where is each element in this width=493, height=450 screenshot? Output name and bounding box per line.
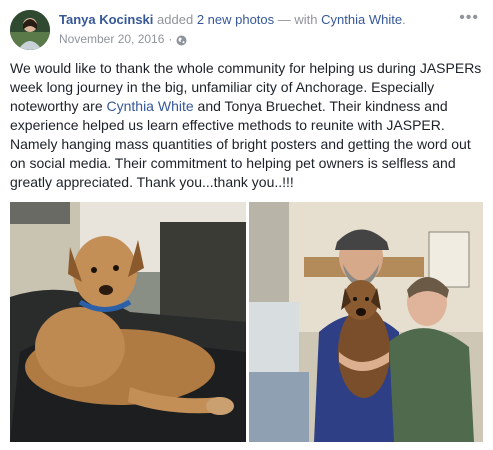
more-options-icon[interactable]: •••: [459, 10, 479, 26]
mention-link[interactable]: Cynthia White: [107, 98, 194, 114]
photos-link[interactable]: 2 new photos: [197, 12, 274, 27]
author-link[interactable]: Tanya Kocinski: [59, 12, 153, 27]
with-text: — with: [277, 12, 318, 27]
globe-icon[interactable]: [176, 34, 187, 45]
post-date-link[interactable]: November 20, 2016: [59, 31, 164, 47]
post-message: We would like to thank the whole communi…: [10, 59, 488, 192]
tagged-suffix: .: [402, 12, 406, 27]
meta-separator: ·: [168, 32, 173, 46]
post-header: Tanya Kocinski added 2 new photos — with…: [59, 11, 406, 28]
action-text: added: [157, 12, 194, 27]
photo-dog-on-chair[interactable]: [10, 202, 246, 442]
tagged-user-link[interactable]: Cynthia White: [321, 12, 402, 27]
post-meta: November 20, 2016 ·: [59, 31, 187, 47]
avatar[interactable]: [10, 10, 50, 50]
facebook-post: Tanya Kocinski added 2 new photos — with…: [0, 0, 493, 450]
photo-owners-with-dog[interactable]: [249, 202, 483, 442]
